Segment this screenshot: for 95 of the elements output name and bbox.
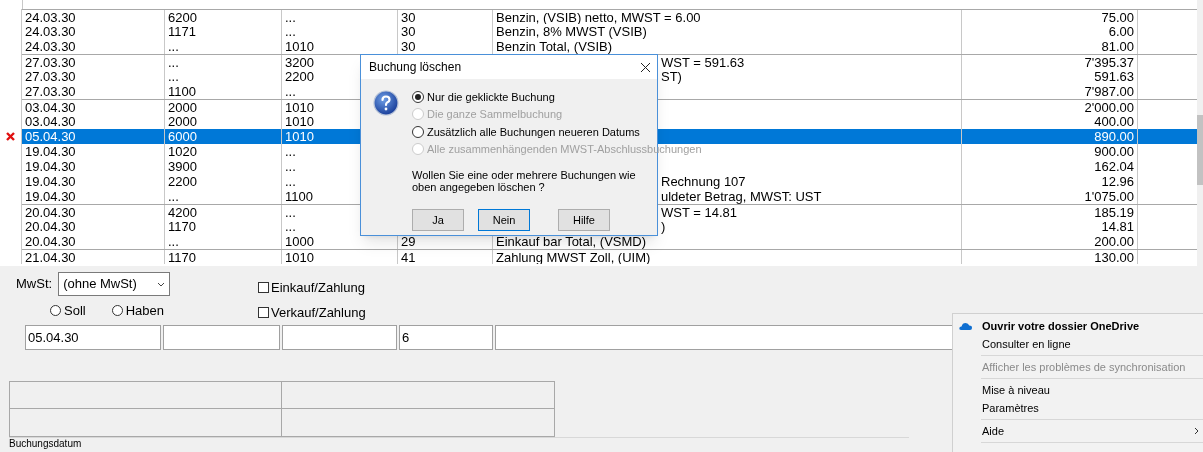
table-cell: 1020 [168,145,197,158]
table-cell: ... [168,190,179,203]
description-cell: ) [661,220,666,233]
table-cell: ... [285,10,296,24]
description-cell: WST = 14.81 [661,205,737,219]
table-cell: 1171 [168,25,196,38]
description-cell: Benzin, 8% MWST (VSIB) [496,25,647,38]
amount-cell: 6.00 [1108,25,1134,38]
amount-cell: 75.00 [1101,10,1134,24]
description-cell: Benzin, (VSIB) netto, MWST = 6.00 [496,10,701,24]
table-cell: 30 [401,25,416,38]
table-cell: 3900 [168,160,197,173]
table-cell: 6000 [168,130,197,143]
table-cell: 30 [401,10,416,24]
amount-cell: 162.04 [1094,160,1134,173]
amount-cell: 900.00 [1094,145,1134,158]
table-cell: 1010 [285,115,314,128]
description-cell: Einkauf bar Total, (VSMD) [496,235,647,248]
amount-cell: 591.63 [1094,70,1134,83]
table-cell: 2200 [285,70,314,83]
table-cell: 1010 [285,130,314,143]
description-cell: Rechnung 107 [661,175,746,188]
table-cell: 2000 [168,100,197,114]
date-cell: 05.04.30 [25,130,76,143]
date-cell: 19.04.30 [25,160,76,173]
amount-cell: 890.00 [1094,130,1134,143]
table-cell: 3200 [285,55,314,69]
date-cell: 21.04.30 [25,250,76,264]
table-cell: 1170 [168,220,196,233]
table-cell: 29 [401,235,416,248]
table-cell: 1170 [168,250,196,264]
table-cell: ... [285,205,296,219]
table-cell: 41 [401,250,416,264]
date-cell: 03.04.30 [25,100,76,114]
option-label: Zusätzlich alle Buchungen neueren Datums [427,124,640,140]
table-cell: 1000 [285,235,314,248]
table-cell: ... [168,40,179,53]
amount-cell: 7'395.37 [1084,55,1134,69]
date-cell: 24.03.30 [25,25,76,38]
table-cell: 30 [401,40,416,53]
radio-label: Haben [125,302,164,320]
date-cell: 27.03.30 [25,70,76,83]
amount-cell: 1'075.00 [1084,190,1134,203]
table-cell: 6200 [168,10,197,24]
mwst-label: MwSt: [16,275,53,294]
table-cell: 1010 [285,250,314,264]
amount-cell: 200.00 [1094,235,1134,248]
table-cell: ... [168,235,179,248]
table-cell: 2000 [168,115,197,128]
table-cell: ... [285,25,296,38]
table-cell: 4200 [168,205,197,219]
table-cell: 1010 [285,40,314,53]
amount-cell: 81.00 [1101,40,1134,53]
amount-cell: 14.81 [1101,220,1134,233]
description-cell: uldeter Betrag, MWST: UST [661,190,822,203]
date-cell: 20.04.30 [25,220,76,233]
status-label: Buchungsdatum [9,438,82,449]
description-cell: Zahlung MWST Zoll, (UIM) [496,250,651,264]
table-cell: ... [285,175,296,188]
checkbox-label: Verkauf/Zahlung [271,303,366,322]
date-cell: 24.03.30 [25,40,76,53]
date-cell: 27.03.30 [25,55,76,69]
date-cell: 19.04.30 [25,145,76,158]
amount-cell: 185.19 [1094,205,1134,219]
option-label: Die ganze Sammelbuchung [427,107,563,122]
description-cell: ST) [661,70,682,83]
table-cell: 1100 [285,190,313,203]
dialog-message: Wollen Sie eine oder mehrere Buchungen wie oben angegeben löschen ? [412,169,637,193]
table-cell: 1010 [285,100,314,114]
table-cell: 2200 [168,175,197,188]
table-cell: ... [285,145,296,158]
table-cell: 1100 [168,85,196,98]
table-cell: ... [168,70,179,83]
description-cell: Benzin Total, (VSIB) [496,40,613,53]
checkbox-label: Einkauf/Zahlung [271,279,365,297]
date-cell: 19.04.30 [25,190,76,203]
date-cell: 24.03.30 [25,10,76,24]
date-cell: 20.04.30 [25,235,76,248]
table-cell: ... [168,55,179,69]
amount-cell: 7'987.00 [1084,85,1134,98]
date-cell: 19.04.30 [25,175,76,188]
date-cell: 27.03.30 [25,85,76,98]
amount-cell: 130.00 [1094,250,1134,264]
table-cell: ... [285,160,296,173]
amount-cell: 12.96 [1101,175,1134,188]
dialog-title: Buchung löschen [369,59,462,76]
table-cell: ... [285,85,296,98]
date-cell: 20.04.30 [25,205,76,219]
radio-label: Soll [64,302,86,320]
table-cell: ... [285,220,296,233]
date-cell: 03.04.30 [25,115,76,128]
description-cell: WST = 591.63 [661,55,745,69]
amount-cell: 2'000.00 [1084,100,1134,114]
amount-cell: 400.00 [1094,115,1134,128]
option-label: Nur die geklickte Buchung [427,89,555,105]
